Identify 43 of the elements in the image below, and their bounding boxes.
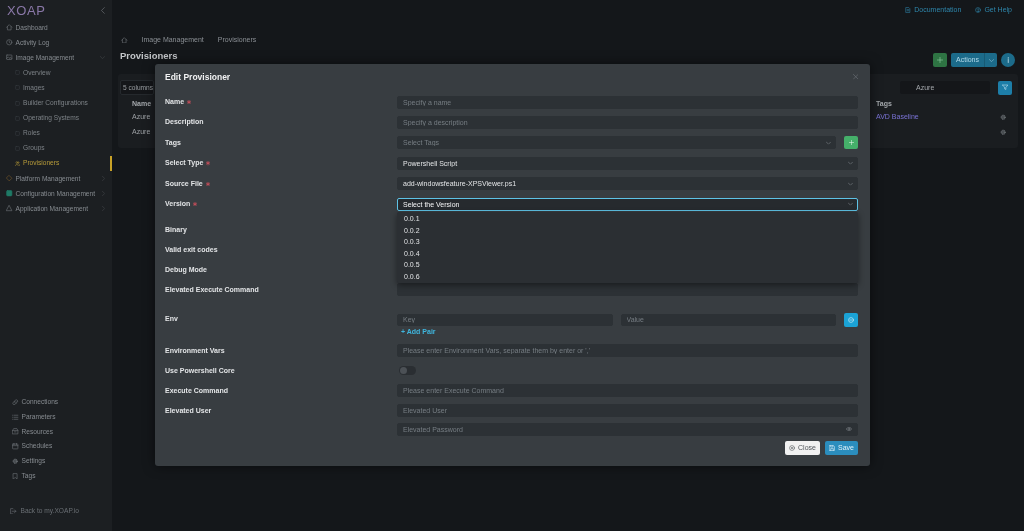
remove-pair-button[interactable] — [844, 312, 858, 327]
picture-icon — [6, 54, 13, 61]
triangle-icon — [6, 205, 13, 212]
document-icon — [905, 7, 912, 13]
exit-icon — [10, 507, 17, 515]
filter-icon — [1001, 84, 1009, 91]
settings-icon — [12, 457, 19, 465]
text-field[interactable] — [397, 283, 858, 297]
close-circle-icon — [789, 445, 796, 451]
info-button[interactable] — [1001, 53, 1015, 67]
chevron-down-icon — [848, 161, 853, 165]
caret-icon — [988, 58, 994, 62]
plus-icon — [848, 140, 854, 146]
archive-icon — [12, 428, 19, 435]
chevron-down-icon — [848, 182, 853, 186]
home-icon[interactable] — [121, 36, 128, 44]
link-icon — [12, 398, 19, 406]
close-icon[interactable] — [852, 74, 858, 80]
chevron-down-icon — [848, 202, 853, 206]
calendar-icon — [12, 443, 19, 450]
dropdown-toggle-button[interactable] — [984, 53, 997, 67]
page-title: Provisioners — [120, 50, 178, 61]
diamond-icon — [6, 175, 13, 182]
info-icon — [1006, 57, 1010, 63]
save-icon — [829, 445, 835, 451]
logo: XOAP — [7, 3, 46, 17]
help-icon — [975, 7, 982, 13]
list-icon — [12, 413, 19, 421]
add-button[interactable] — [933, 53, 947, 67]
square-icon — [6, 190, 13, 197]
eye-icon[interactable] — [846, 427, 852, 432]
add-tag-button[interactable] — [844, 136, 858, 150]
bookmark-icon — [12, 472, 19, 480]
home-icon — [6, 24, 13, 31]
plus-icon — [937, 57, 943, 63]
chevron-left-icon[interactable] — [101, 6, 105, 14]
toggle-switch[interactable] — [399, 366, 416, 376]
minus-circle-icon — [848, 316, 854, 323]
chevron-down-icon — [826, 141, 831, 145]
clock-icon — [6, 39, 13, 46]
users-icon — [15, 160, 20, 166]
modal-title: Edit Provisioner — [165, 71, 231, 83]
filter-button[interactable] — [998, 80, 1012, 95]
